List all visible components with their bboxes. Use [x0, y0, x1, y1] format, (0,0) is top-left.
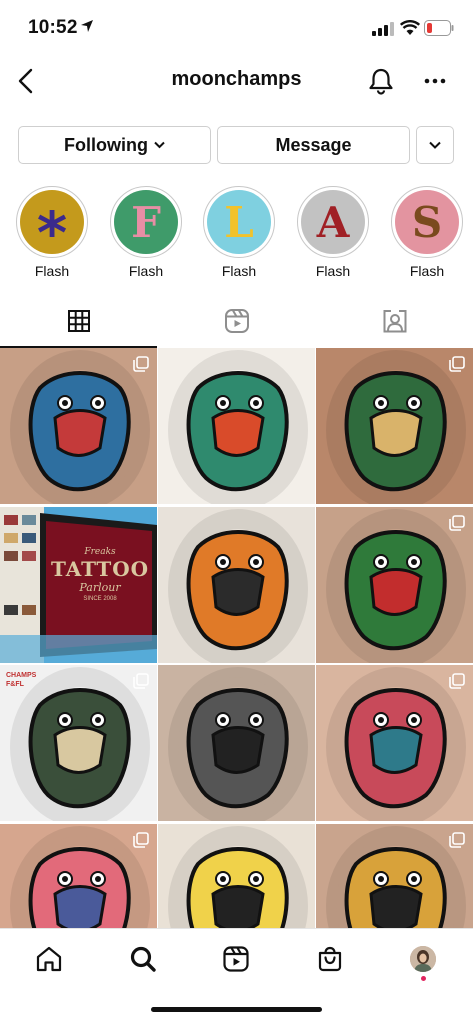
sign-text-parlour: Parlour [79, 581, 121, 594]
battery-low-icon [424, 20, 454, 36]
story-highlight[interactable]: * Flash [14, 186, 90, 279]
cellular-signal-icon [372, 22, 394, 36]
wifi-icon [400, 20, 420, 35]
message-label: Message [275, 134, 352, 155]
story-highlight[interactable]: A Flash [295, 186, 371, 279]
post-thumbnail[interactable] [316, 665, 473, 821]
following-button[interactable]: Following [18, 126, 211, 164]
reels-icon [223, 946, 249, 972]
search-icon [130, 946, 156, 972]
highlight-cover: F [114, 190, 178, 254]
grid-icon [67, 310, 90, 332]
post-thumbnail[interactable] [158, 507, 315, 663]
highlight-ring: * [16, 186, 88, 267]
tab-reels[interactable] [158, 296, 315, 346]
chevron-down-icon [154, 141, 165, 149]
story-highlight[interactable]: F Flash [108, 186, 184, 279]
post-thumbnail[interactable] [316, 348, 473, 504]
nav-reels[interactable] [218, 941, 254, 977]
reels-icon [224, 309, 249, 333]
status-bar: 10:52 [0, 0, 473, 56]
location-arrow-icon [81, 20, 93, 32]
sign-text-since: SINCE 2008 [83, 596, 117, 602]
sign-text-tattoo: TATTOO [50, 557, 150, 581]
tattoo-artwork [158, 665, 315, 821]
clock: 10:52 [28, 17, 78, 38]
highlight-symbol: * [36, 199, 68, 267]
nav-home[interactable] [31, 941, 67, 977]
notification-dot [421, 976, 426, 981]
multiple-posts-icon [449, 673, 465, 689]
post-thumbnail[interactable] [316, 824, 473, 928]
highlight-label: Flash [128, 263, 164, 279]
home-indicator [151, 1007, 322, 1012]
bell-icon[interactable] [367, 67, 395, 95]
highlight-label: Flash [315, 263, 351, 279]
shopping-bag-icon [318, 946, 342, 972]
post-thumbnail[interactable] [158, 348, 315, 504]
chevron-down-icon [429, 141, 441, 149]
home-icon [36, 946, 62, 972]
post-thumbnail[interactable] [316, 507, 473, 663]
highlight-symbol: L [224, 197, 254, 247]
story-highlight[interactable]: S Flash [389, 186, 465, 279]
nav-profile[interactable] [405, 941, 441, 977]
post-thumbnail[interactable] [0, 348, 157, 504]
post-caption-text: CHAMPS F&FL [6, 672, 37, 688]
highlight-label: Flash [34, 263, 70, 279]
multiple-posts-icon [133, 673, 149, 689]
nav-shop[interactable] [312, 941, 348, 977]
highlight-ring: A [297, 186, 369, 258]
highlight-symbol: S [411, 197, 443, 247]
highlight-ring: L [203, 186, 275, 258]
highlight-ring: S [391, 186, 463, 258]
multiple-posts-icon [133, 356, 149, 372]
multiple-posts-icon [449, 832, 465, 848]
highlight-cover: * [20, 190, 84, 267]
highlight-symbol: A [316, 197, 350, 247]
following-label: Following [64, 134, 148, 155]
multiple-posts-icon [449, 515, 465, 531]
nav-search[interactable] [125, 941, 161, 977]
post-thumbnail[interactable] [0, 824, 157, 928]
post-thumbnail[interactable] [158, 824, 315, 928]
highlight-cover: A [301, 190, 365, 254]
tattoo-artwork [158, 507, 315, 663]
posts-grid: Freaks TATTOO Parlour SINCE 2008 CHAMPS F&FL [0, 348, 473, 928]
tab-posts-grid[interactable] [0, 296, 157, 348]
profile-header: moonchamps [0, 56, 473, 104]
highlight-cover: L [207, 190, 271, 254]
more-options-icon[interactable] [424, 68, 446, 94]
tattoo-artwork [158, 348, 315, 504]
message-button[interactable]: Message [217, 126, 410, 164]
highlight-ring: F [110, 186, 182, 258]
multiple-posts-icon [133, 832, 149, 848]
highlight-label: Flash [409, 263, 445, 279]
tagged-person-icon [383, 310, 406, 333]
post-thumbnail[interactable] [158, 665, 315, 821]
post-thumbnail[interactable]: Freaks TATTOO Parlour SINCE 2008 [0, 507, 157, 663]
story-highlight[interactable]: L Flash [201, 186, 277, 279]
sign-text-freaks: Freaks [84, 547, 116, 557]
highlight-label: Flash [221, 263, 257, 279]
post-thumbnail[interactable]: CHAMPS F&FL [0, 665, 157, 821]
profile-username: moonchamps [171, 68, 302, 90]
highlight-symbol: F [131, 197, 161, 247]
suggested-accounts-button[interactable] [416, 126, 454, 164]
tattoo-artwork [158, 824, 315, 928]
highlight-cover: S [395, 190, 459, 254]
profile-tabs [0, 296, 473, 348]
avatar [410, 946, 436, 972]
multiple-posts-icon [449, 356, 465, 372]
tab-tagged[interactable] [316, 296, 473, 346]
